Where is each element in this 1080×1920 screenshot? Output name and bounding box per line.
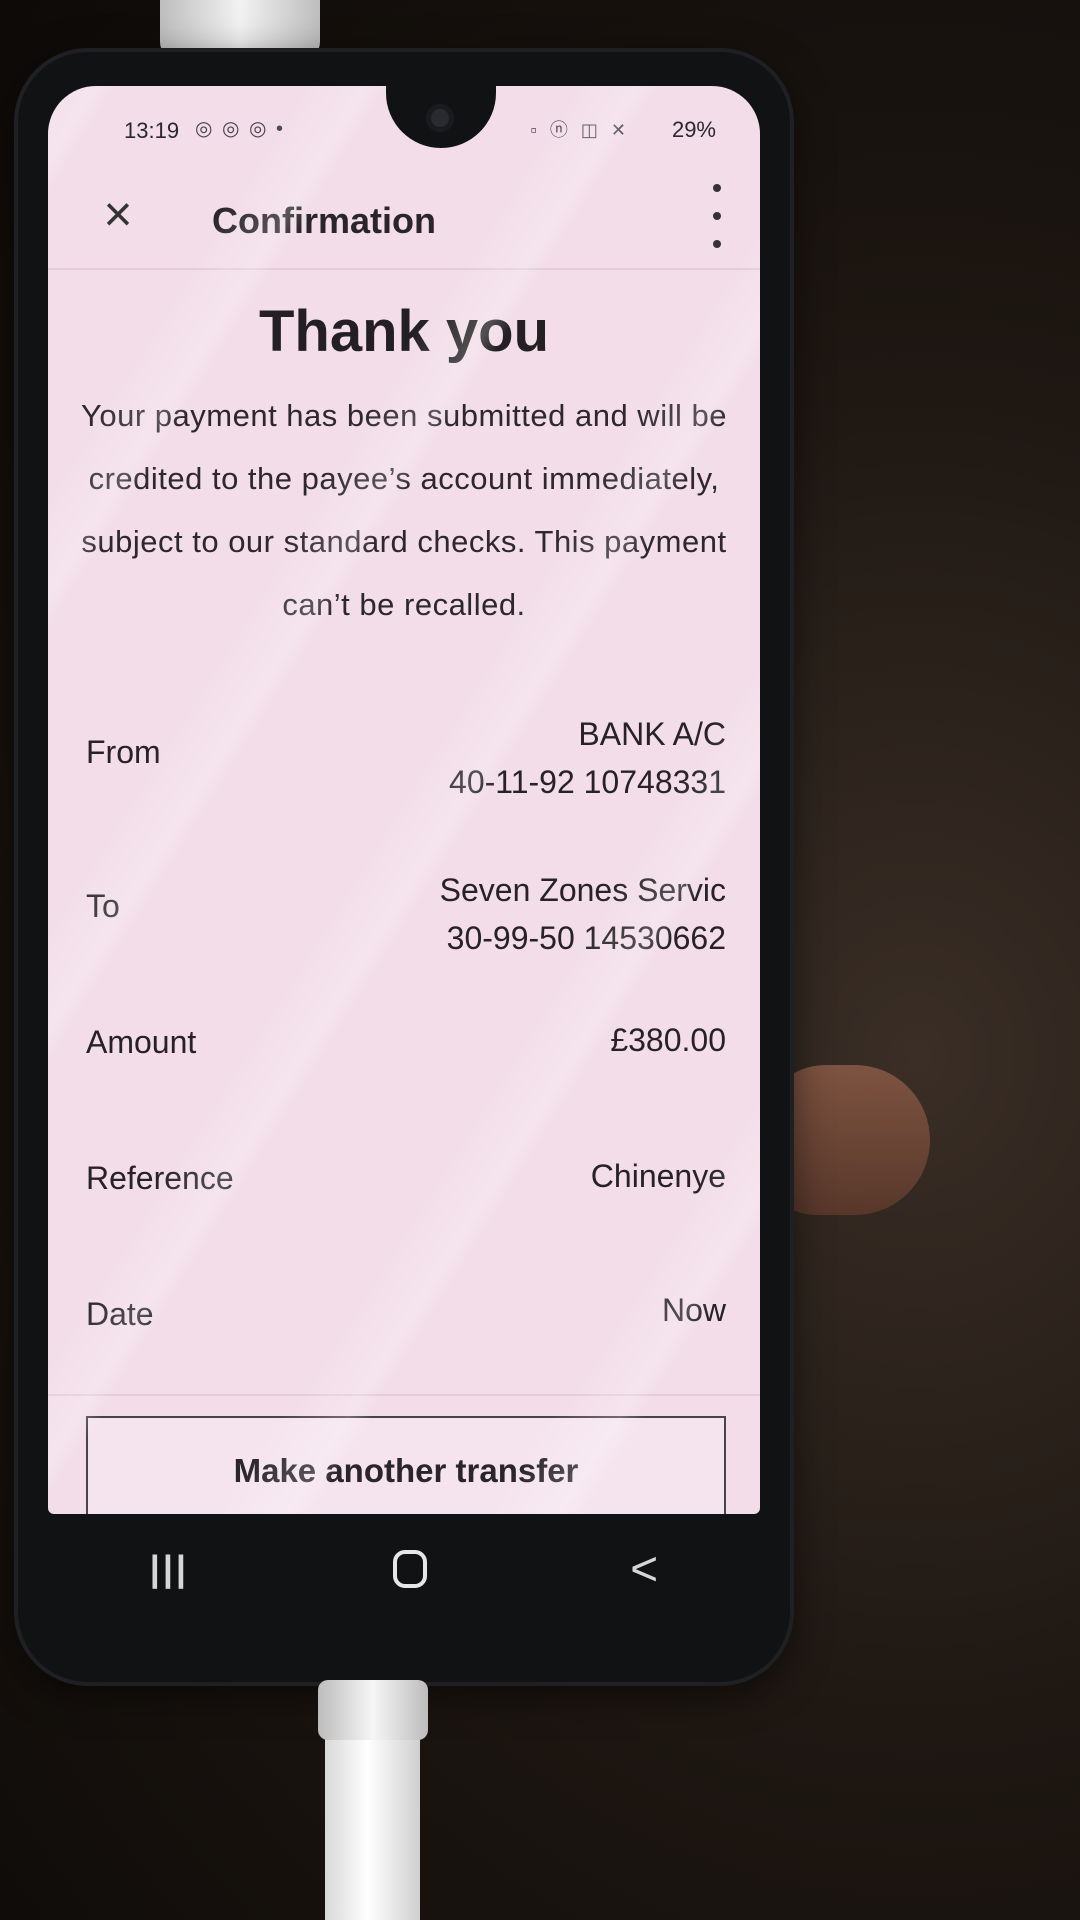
app-header: × Confirmation [48, 160, 760, 270]
date-label: Date [86, 1296, 154, 1332]
to-label: To [86, 888, 120, 924]
from-account-number: 40-11-92 10748331 [449, 764, 726, 800]
notification-icons: ◎ ◎ ◎ • [195, 118, 286, 140]
charging-cable [160, 0, 320, 60]
reference-value: Chinenye [590, 1158, 726, 1194]
battery-level: 29% [671, 117, 716, 142]
phone-frame: 13:19 ◎ ◎ ◎ • ▫ ⓝ ◫ ✕ 29% × Confirmation… [18, 52, 790, 1682]
more-options-icon[interactable] [702, 184, 732, 248]
more-dot [713, 212, 721, 220]
detail-row-to: To Seven Zones Servic 30-99-50 14530662 [48, 830, 760, 956]
thank-you-heading: Thank you [258, 299, 550, 364]
back-icon[interactable]: < [630, 1542, 658, 1597]
from-value: BANK A/C 40-11-92 10748331 [449, 710, 726, 806]
page-title: Confirmation [212, 200, 436, 241]
usb-plug [318, 1680, 428, 1740]
detail-row-from: From BANK A/C 40-11-92 10748331 [48, 700, 760, 800]
detail-row-amount: Amount £380.00 [48, 986, 760, 1086]
more-dot [713, 240, 721, 248]
amount-value: £380.00 [610, 1022, 726, 1058]
recents-icon[interactable]: ||| [150, 1548, 189, 1590]
divider [48, 1394, 760, 1396]
reference-label: Reference [86, 1160, 234, 1196]
app-screen: 13:19 ◎ ◎ ◎ • ▫ ⓝ ◫ ✕ 29% × Confirmation… [48, 86, 760, 1514]
payee-account-number: 30-99-50 14530662 [446, 920, 726, 956]
home-icon[interactable] [392, 1550, 427, 1588]
confirmation-message: Your payment has been submitted and will… [81, 398, 727, 622]
detail-row-reference: Reference Chinenye [48, 1122, 760, 1222]
status-time: 13:19 [124, 118, 180, 143]
detail-row-date: Date Now [48, 1256, 760, 1356]
to-value: Seven Zones Servic 30-99-50 14530662 [440, 866, 726, 962]
from-account-name: BANK A/C [578, 716, 726, 752]
from-label: From [86, 734, 161, 770]
amount-label: Amount [86, 1024, 197, 1060]
payee-name: Seven Zones Servic [439, 872, 726, 908]
status-bar: 13:19 ◎ ◎ ◎ • ▫ ⓝ ◫ ✕ 29% [48, 86, 760, 160]
android-nav-bar: ||| < [48, 1514, 760, 1624]
make-another-transfer-button[interactable]: Make another transfer [86, 1416, 726, 1514]
system-status-icons: ▫ ⓝ ◫ ✕ [530, 120, 630, 140]
close-icon[interactable]: × [92, 188, 144, 240]
more-dot [713, 184, 721, 192]
date-value: Now [661, 1292, 726, 1328]
